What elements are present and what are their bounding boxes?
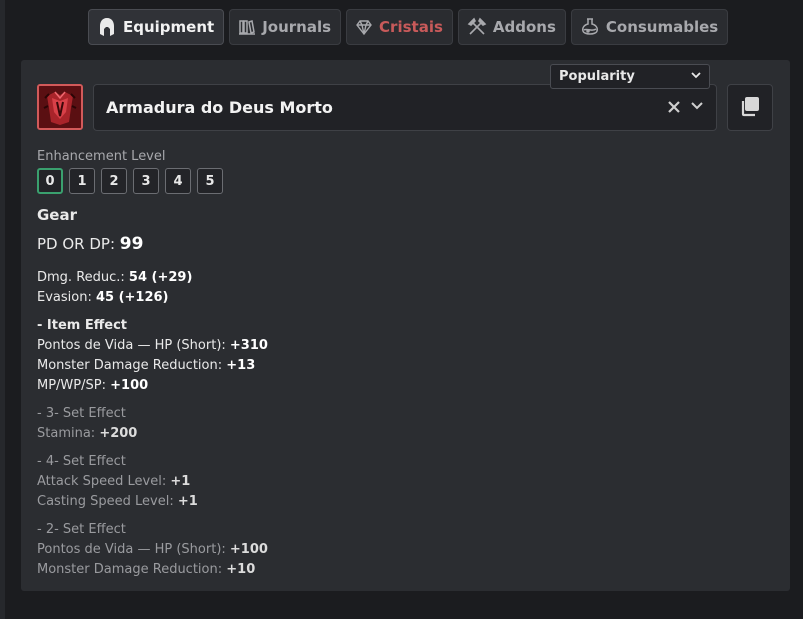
effect-label: Monster Damage Reduction: [37,358,227,373]
pd-line: PD OR DP: 99 [37,234,143,254]
set-effect-line: Monster Damage Reduction: +10 [37,560,255,580]
enhancement-level-5[interactable]: 5 [197,168,223,194]
pd-value: 99 [119,234,144,254]
tab-consumables[interactable]: Consumables [570,9,729,45]
item-effect-line: Pontos de Vida — HP (Short): +310 [37,336,268,356]
enhancement-level-2[interactable]: 2 [101,168,127,194]
effect-value: +1 [177,494,198,509]
item-panel: Popularity Armadura do Deus Morto Enhanc… [21,60,790,591]
set-effect-title: - 4- Set Effect [37,454,126,469]
helmet-icon [97,17,117,37]
effect-value: +200 [99,426,138,441]
set-effect-title: - 2- Set Effect [37,522,126,537]
effect-value: +100 [229,542,268,557]
tab-label: Addons [492,18,556,36]
set-effect-line: Attack Speed Level: +1 [37,472,190,492]
evasion-value: 45 (+126) [95,290,169,305]
copy-button[interactable] [727,84,773,131]
dmg-reduc-line: Dmg. Reduc.: 54 (+29) [37,268,192,288]
crystal-icon [355,18,373,36]
set-effect-line: Casting Speed Level: +1 [37,492,198,512]
effect-value: +10 [226,562,256,577]
tab-addons[interactable]: Addons [457,9,566,45]
effect-value: +100 [110,378,149,393]
tab-label: Consumables [605,18,719,36]
item-effect-title: - Item Effect [37,318,128,333]
enhancement-level-3[interactable]: 3 [133,168,159,194]
copy-icon [739,95,761,121]
chevron-down-icon[interactable] [690,98,704,117]
tab-journals[interactable]: Journals [229,9,342,45]
category-tabs: Equipment Journals Cristais Addons Consu… [88,9,729,45]
effect-label: Casting Speed Level: [37,494,178,509]
pd-label: PD OR DP: [37,235,120,253]
enhancement-level-4[interactable]: 4 [165,168,191,194]
effect-label: MP/WP/SP: [37,378,111,393]
tab-label: Journals [262,18,332,36]
item-effect-line: MP/WP/SP: +100 [37,376,148,396]
effect-label: Stamina: [37,426,100,441]
enhancement-level-1[interactable]: 1 [69,168,95,194]
evasion-label: Evasion: [37,290,96,305]
item-select[interactable]: Armadura do Deus Morto [93,84,717,131]
effect-label: Attack Speed Level: [37,474,171,489]
dmg-label: Dmg. Reduc.: [37,270,129,285]
effect-label: Monster Damage Reduction: [37,562,227,577]
section-title: Gear [37,206,78,224]
effect-value: +1 [170,474,191,489]
clear-icon[interactable] [668,99,680,117]
set-effect-line: Stamina: +200 [37,424,137,444]
effect-value: +13 [226,358,256,373]
effect-label: Pontos de Vida — HP (Short): [37,338,230,353]
axes-icon [467,17,487,37]
journals-icon [238,18,256,36]
effect-value: +310 [229,338,268,353]
armor-icon [37,84,83,130]
tab-label: Equipment [123,18,215,36]
set-effect-title: - 3- Set Effect [37,406,126,421]
tab-label: Cristais [379,18,443,36]
item-name: Armadura do Deus Morto [106,98,333,117]
left-edge [0,0,5,619]
tab-equipment[interactable]: Equipment [88,9,225,45]
enhancement-label: Enhancement Level [37,149,166,164]
enhancement-level-0[interactable]: 0 [37,168,63,194]
enhancement-levels: 0 1 2 3 4 5 [37,168,223,194]
item-effect-line: Monster Damage Reduction: +13 [37,356,255,376]
sort-value: Popularity [559,69,635,84]
set-effect-line: Pontos de Vida — HP (Short): +100 [37,540,268,560]
chevron-down-icon [691,69,701,84]
tab-cristais[interactable]: Cristais [346,9,453,45]
dmg-value: 54 (+29) [128,270,193,285]
sort-select[interactable]: Popularity [550,64,710,89]
evasion-line: Evasion: 45 (+126) [37,288,169,308]
potion-icon [580,17,600,37]
effect-label: Pontos de Vida — HP (Short): [37,542,230,557]
